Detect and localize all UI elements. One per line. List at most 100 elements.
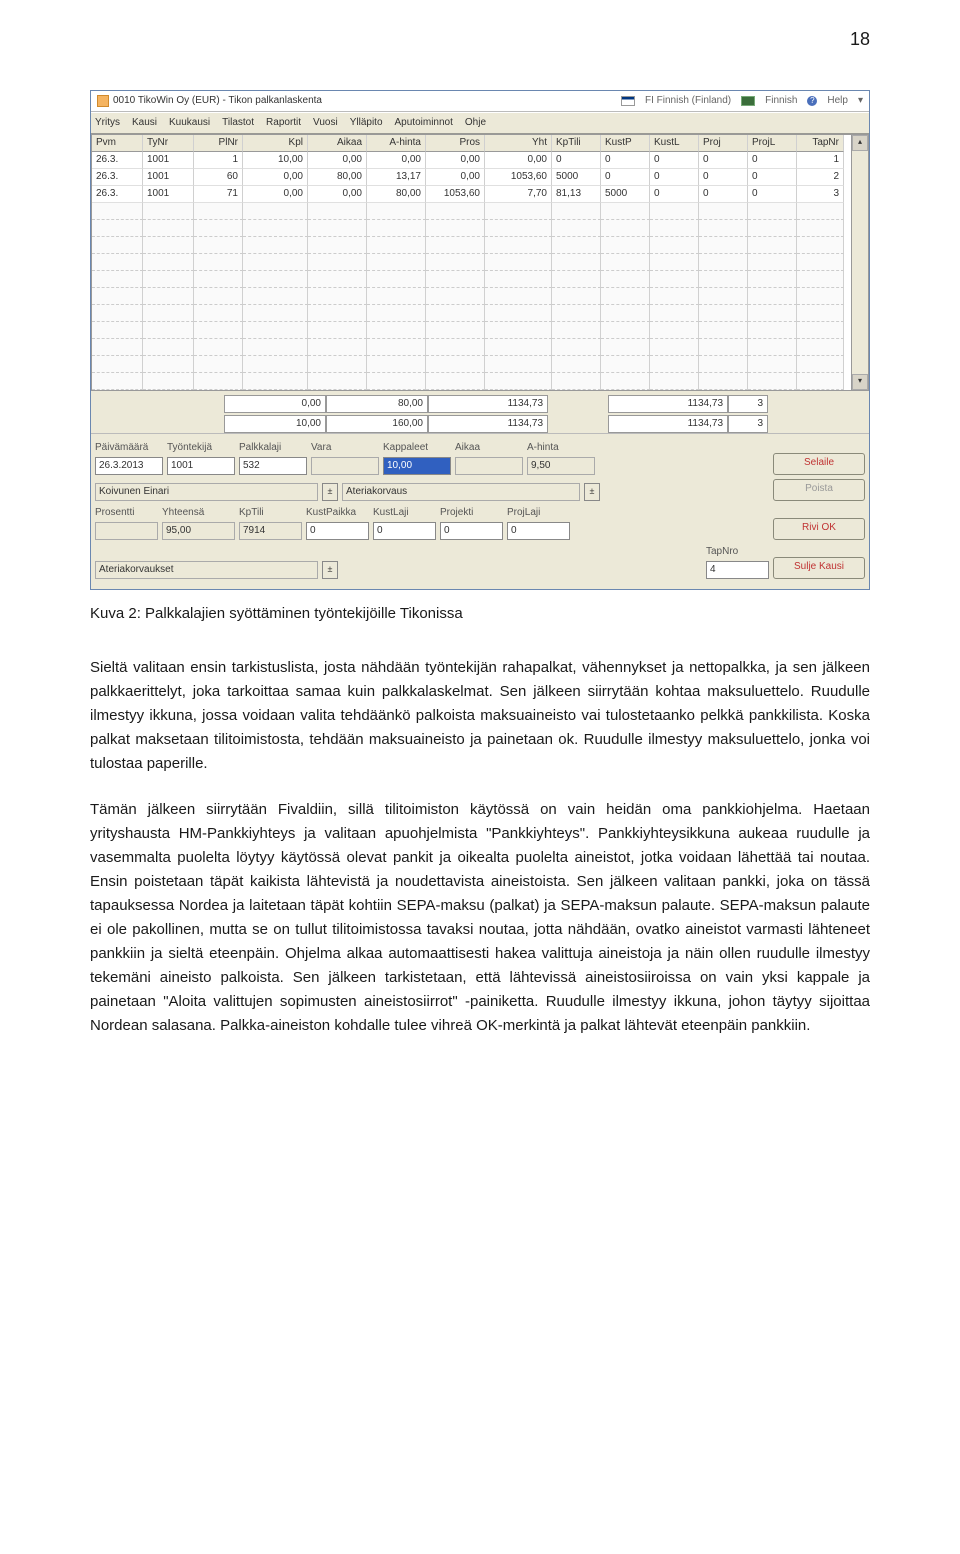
col-pvm[interactable]: Pvm	[92, 135, 143, 152]
col-ahinta[interactable]: A-hinta	[367, 135, 426, 152]
col-pinr[interactable]: PlNr	[194, 135, 243, 152]
figure-caption: Kuva 2: Palkkalajien syöttäminen työntek…	[90, 602, 870, 626]
prosentti-input	[95, 522, 158, 540]
suljekausi-button[interactable]: Sulje Kausi	[773, 557, 865, 579]
col-kpl[interactable]: Kpl	[243, 135, 308, 152]
col-pros[interactable]: Pros	[426, 135, 485, 152]
col-kustl[interactable]: KustL	[650, 135, 699, 152]
menu-yllapito[interactable]: Ylläpito	[350, 115, 383, 131]
poista-button[interactable]: Poista	[773, 479, 865, 501]
table-row[interactable]	[92, 305, 851, 322]
paivamaara-label: Päivämäärä	[95, 440, 163, 456]
kptili-input: 7914	[239, 522, 302, 540]
tyontekija-label: Työntekijä	[167, 440, 235, 456]
menu-kausi[interactable]: Kausi	[132, 115, 157, 131]
col-kptili[interactable]: KpTili	[552, 135, 601, 152]
tyontekija-input[interactable]: 1001	[167, 457, 235, 475]
kptili-label: KpTili	[239, 505, 302, 521]
table-row[interactable]	[92, 373, 851, 390]
total-aikaa-2: 160,00	[326, 415, 428, 433]
menu-ohje[interactable]: Ohje	[465, 115, 486, 131]
table-row[interactable]	[92, 203, 851, 220]
table-row[interactable]	[92, 356, 851, 373]
language-indicator: FI Finnish (Finland)	[645, 93, 731, 109]
menu-kuukausi[interactable]: Kuukausi	[169, 115, 210, 131]
total-yht-1: 1134,73	[428, 395, 548, 413]
body-paragraph-1: Sieltä valitaan ensin tarkistuslista, jo…	[90, 656, 870, 776]
ahinta-label: A-hinta	[527, 440, 595, 456]
basil-icon	[741, 96, 755, 106]
kappaleet-label: Kappaleet	[383, 440, 451, 456]
table-row[interactable]: 26.3. 1001 1 10,00 0,00 0,00 0,00 0,00 0…	[92, 152, 851, 169]
scroll-up-icon[interactable]: ▴	[852, 135, 868, 151]
menu-yritys[interactable]: Yritys	[95, 115, 120, 131]
total-kpl-2: 10,00	[224, 415, 326, 433]
entry-form: Päivämäärä26.3.2013 Työntekijä1001 Palkk…	[91, 433, 869, 589]
data-grid[interactable]: Pvm TyNr PlNr Kpl Aikaa A-hinta Pros Yht…	[91, 134, 852, 391]
table-row[interactable]	[92, 288, 851, 305]
screenshot-figure: 0010 TikoWin Oy (EUR) - Tikon palkanlask…	[90, 90, 870, 590]
col-proj[interactable]: Proj	[699, 135, 748, 152]
vertical-scrollbar[interactable]: ▴ ▾	[851, 134, 869, 391]
scroll-down-icon[interactable]: ▾	[852, 374, 868, 390]
kuvaus-dropdown-icon[interactable]: ±	[584, 483, 600, 501]
col-kustp[interactable]: KustP	[601, 135, 650, 152]
col-tapnr[interactable]: TapNr	[797, 135, 844, 152]
kustlaji-label: KustLaji	[373, 505, 436, 521]
ahinta-input: 9,50	[527, 457, 595, 475]
aikaa-label: Aikaa	[455, 440, 523, 456]
total-aikaa-1: 80,00	[326, 395, 428, 413]
app-icon	[97, 95, 109, 107]
menu-aputoiminnot[interactable]: Aputoiminnot	[395, 115, 453, 131]
kustpaikka-input[interactable]: 0	[306, 522, 369, 540]
riviok-button[interactable]: Rivi OK	[773, 518, 865, 540]
menu-vuosi[interactable]: Vuosi	[313, 115, 338, 131]
col-projl[interactable]: ProjL	[748, 135, 797, 152]
menu-raportit[interactable]: Raportit	[266, 115, 301, 131]
col-tynr[interactable]: TyNr	[143, 135, 194, 152]
col-aikaa[interactable]: Aikaa	[308, 135, 367, 152]
tapnro-label: TapNro	[706, 544, 769, 560]
col-yht[interactable]: Yht	[485, 135, 552, 152]
nimi-dropdown-icon[interactable]: ±	[322, 483, 338, 501]
help-icon[interactable]: ?	[807, 96, 817, 106]
prosentti-label: Prosentti	[95, 505, 158, 521]
projlaji-input[interactable]: 0	[507, 522, 570, 540]
selaile-button[interactable]: Selaile	[773, 453, 865, 475]
window-titlebar: 0010 TikoWin Oy (EUR) - Tikon palkanlask…	[91, 91, 869, 112]
nimi-display: Koivunen Einari	[95, 483, 318, 501]
finnish-button[interactable]: Finnish	[765, 93, 797, 109]
aikaa-input	[455, 457, 523, 475]
table-row[interactable]	[92, 220, 851, 237]
projekti-label: Projekti	[440, 505, 503, 521]
palkkalaji-label: Palkkalaji	[239, 440, 307, 456]
tapnro-input[interactable]: 4	[706, 561, 769, 579]
table-row[interactable]	[92, 339, 851, 356]
app-window: 0010 TikoWin Oy (EUR) - Tikon palkanlask…	[90, 90, 870, 590]
yhteensa-label: Yhteensä	[162, 505, 235, 521]
table-row[interactable]	[92, 271, 851, 288]
projekti-input[interactable]: 0	[440, 522, 503, 540]
ateriakorvaukset-dropdown-icon[interactable]: ±	[322, 561, 338, 579]
table-row[interactable]	[92, 322, 851, 339]
body-paragraph-2: Tämän jälkeen siirrytään Fivaldiin, sill…	[90, 798, 870, 1038]
window-title: 0010 TikoWin Oy (EUR) - Tikon palkanlask…	[113, 93, 322, 109]
table-row[interactable]: 26.3. 1001 60 0,00 80,00 13,17 0,00 1053…	[92, 169, 851, 186]
projlaji-label: ProjLaji	[507, 505, 570, 521]
total-right-2: 1134,73	[608, 415, 728, 433]
menubar: Yritys Kausi Kuukausi Tilastot Raportit …	[91, 112, 869, 134]
kustlaji-input[interactable]: 0	[373, 522, 436, 540]
help-chevron-icon[interactable]: ▾	[858, 93, 863, 109]
help-button[interactable]: Help	[827, 93, 848, 109]
table-row[interactable]	[92, 237, 851, 254]
kuvaus-display: Ateriakorvaus	[342, 483, 580, 501]
palkkalaji-input[interactable]: 532	[239, 457, 307, 475]
total-count-2: 3	[728, 415, 768, 433]
total-kpl-1: 0,00	[224, 395, 326, 413]
kappaleet-input[interactable]: 10,00	[383, 457, 451, 475]
grid-header: Pvm TyNr PlNr Kpl Aikaa A-hinta Pros Yht…	[92, 135, 851, 152]
table-row[interactable]: 26.3. 1001 71 0,00 0,00 80,00 1053,60 7,…	[92, 186, 851, 203]
menu-tilastot[interactable]: Tilastot	[222, 115, 254, 131]
paivamaara-input[interactable]: 26.3.2013	[95, 457, 163, 475]
table-row[interactable]	[92, 254, 851, 271]
